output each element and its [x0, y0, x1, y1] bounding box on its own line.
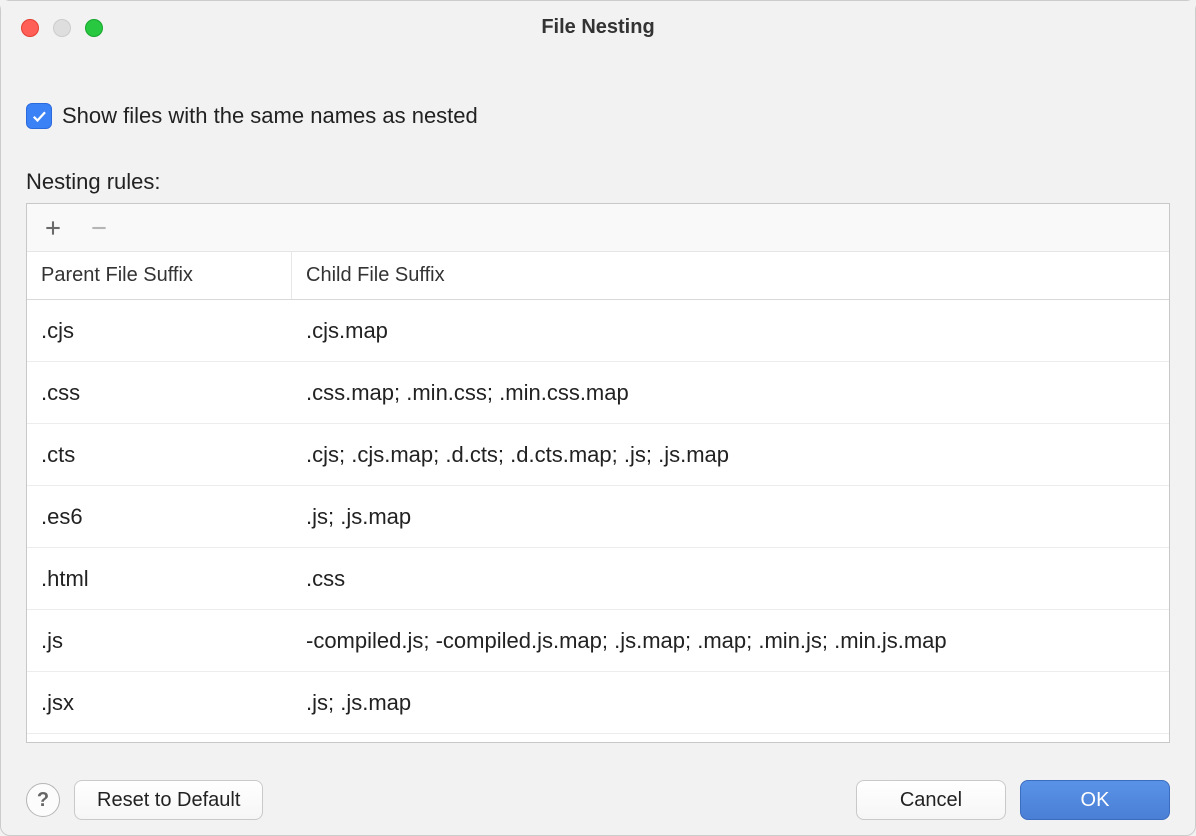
column-header-parent[interactable]: Parent File Suffix: [27, 252, 292, 299]
help-button[interactable]: ?: [26, 783, 60, 817]
table-header: Parent File Suffix Child File Suffix: [27, 252, 1169, 300]
cancel-button[interactable]: Cancel: [856, 780, 1006, 820]
dialog-content: Show files with the same names as nested…: [1, 53, 1195, 743]
cell-child-suffix[interactable]: .cjs.map: [292, 300, 1169, 361]
cell-parent-suffix[interactable]: .css: [27, 362, 292, 423]
table-row[interactable]: .es6.js; .js.map: [27, 486, 1169, 548]
show-nested-checkbox[interactable]: [26, 103, 52, 129]
cell-child-suffix[interactable]: .css.map; .min.css; .min.css.map: [292, 362, 1169, 423]
add-rule-button[interactable]: [39, 214, 67, 242]
cell-child-suffix[interactable]: .cjs; .cjs.map; .d.cts; .d.cts.map; .js;…: [292, 424, 1169, 485]
cell-parent-suffix[interactable]: .cjs: [27, 300, 292, 361]
table-row[interactable]: .jsx.js; .js.map: [27, 672, 1169, 734]
cell-child-suffix[interactable]: .js; .js.map: [292, 486, 1169, 547]
column-header-child[interactable]: Child File Suffix: [292, 252, 1169, 299]
table-row[interactable]: .cts.cjs; .cjs.map; .d.cts; .d.cts.map; …: [27, 424, 1169, 486]
window-title: File Nesting: [541, 16, 654, 39]
table-toolbar: [27, 204, 1169, 252]
dialog-footer: ? Reset to Default Cancel OK: [1, 765, 1195, 835]
plus-icon: [43, 218, 63, 238]
table-row[interactable]: .cjs.cjs.map: [27, 300, 1169, 362]
minimize-window-button[interactable]: [53, 19, 71, 37]
nesting-rules-label: Nesting rules:: [26, 169, 1170, 195]
remove-rule-button[interactable]: [85, 214, 113, 242]
cell-parent-suffix[interactable]: .jsx: [27, 672, 292, 733]
cell-parent-suffix[interactable]: .es6: [27, 486, 292, 547]
ok-button[interactable]: OK: [1020, 780, 1170, 820]
table-row[interactable]: .css.css.map; .min.css; .min.css.map: [27, 362, 1169, 424]
rules-table-container: Parent File Suffix Child File Suffix .cj…: [26, 203, 1170, 743]
window-controls: [21, 19, 103, 37]
show-nested-option: Show files with the same names as nested: [26, 103, 1170, 129]
checkmark-icon: [30, 107, 48, 125]
table-row[interactable]: .js-compiled.js; -compiled.js.map; .js.m…: [27, 610, 1169, 672]
cell-parent-suffix[interactable]: .js: [27, 610, 292, 671]
titlebar: File Nesting: [1, 1, 1195, 53]
close-window-button[interactable]: [21, 19, 39, 37]
cell-parent-suffix[interactable]: .cts: [27, 424, 292, 485]
table-row[interactable]: .html.css: [27, 548, 1169, 610]
maximize-window-button[interactable]: [85, 19, 103, 37]
cell-child-suffix[interactable]: -compiled.js; -compiled.js.map; .js.map;…: [292, 610, 1169, 671]
cell-child-suffix[interactable]: .js; .js.map: [292, 672, 1169, 733]
cell-child-suffix[interactable]: .css: [292, 548, 1169, 609]
table-body[interactable]: .cjs.cjs.map.css.css.map; .min.css; .min…: [27, 300, 1169, 742]
show-nested-label: Show files with the same names as nested: [62, 103, 478, 129]
reset-to-default-button[interactable]: Reset to Default: [74, 780, 263, 820]
minus-icon: [89, 218, 109, 238]
cell-parent-suffix[interactable]: .html: [27, 548, 292, 609]
